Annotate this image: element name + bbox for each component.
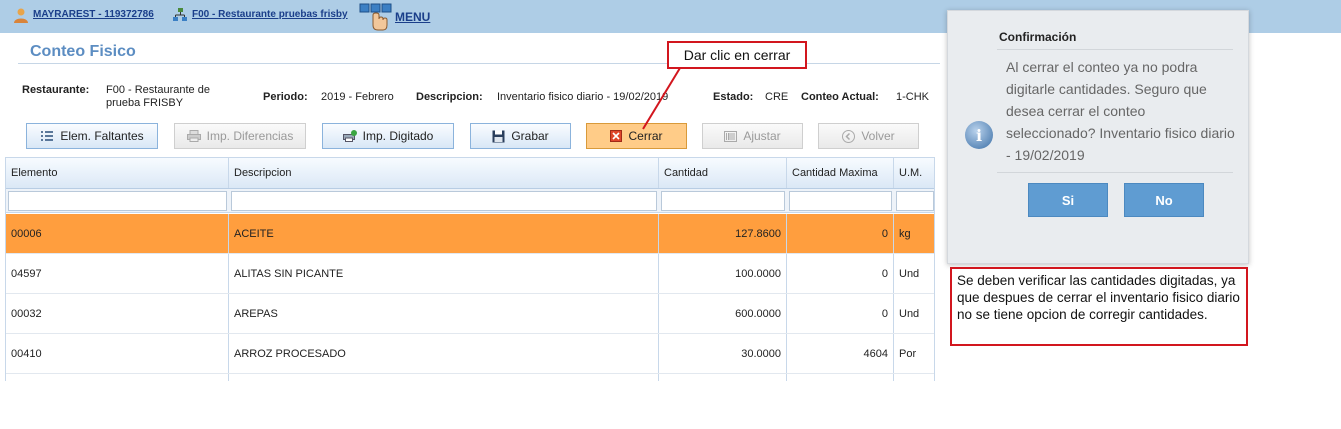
confirmation-dialog: Confirmación i Al cerrar el conteo ya no… bbox=[947, 10, 1249, 264]
restaurante-value-line1: F00 - Restaurante de bbox=[106, 84, 210, 96]
callout-arrow bbox=[642, 67, 681, 130]
print-icon bbox=[186, 130, 201, 142]
menu-hand-icon[interactable] bbox=[359, 3, 393, 31]
callout-cerrar: Dar clic en cerrar bbox=[667, 41, 807, 69]
cell-elemento bbox=[6, 374, 229, 381]
filter-um-input[interactable] bbox=[896, 191, 934, 211]
info-icon: i bbox=[965, 121, 993, 149]
cell-elemento: 00006 bbox=[6, 214, 229, 253]
cell-cantidad-maxima: 0 bbox=[787, 214, 894, 253]
dialog-footer-divider bbox=[997, 172, 1233, 173]
network-icon bbox=[173, 8, 187, 21]
cell-cantidad-maxima: 0 bbox=[787, 254, 894, 293]
cell-um: Por bbox=[899, 347, 917, 360]
cell-cantidad: 30.0000 bbox=[659, 334, 787, 373]
cell-elemento: 00410 bbox=[6, 334, 229, 373]
table-row[interactable]: 00032 AREPAS 600.0000 0 Und bbox=[6, 294, 934, 334]
dialog-title: Confirmación bbox=[999, 30, 1077, 44]
print-check-icon bbox=[342, 130, 357, 142]
imp-digitado-label: Imp. Digitado bbox=[362, 129, 434, 143]
column-header-um[interactable]: U.M. bbox=[894, 158, 934, 188]
user-link[interactable]: MAYRAREST - 119372786 bbox=[33, 9, 154, 20]
cell-elemento: 04597 bbox=[6, 254, 229, 293]
volver-button[interactable]: Volver bbox=[818, 123, 919, 149]
column-header-descripcion[interactable]: Descripcion bbox=[229, 158, 659, 188]
imp-digitado-button[interactable]: Imp. Digitado bbox=[322, 123, 454, 149]
no-button[interactable]: No bbox=[1124, 183, 1204, 217]
volver-label: Volver bbox=[861, 129, 895, 143]
yes-button[interactable]: Si bbox=[1028, 183, 1108, 217]
ajustar-button[interactable]: Ajustar bbox=[702, 123, 803, 149]
list-icon bbox=[41, 131, 54, 141]
cell-cantidad-maxima bbox=[787, 374, 894, 381]
restaurante-label: Restaurante: bbox=[22, 84, 90, 96]
cell-descripcion: ACEITE bbox=[229, 214, 659, 253]
warning-note: Se deben verificar las cantidades digita… bbox=[950, 267, 1248, 346]
restaurante-value-line2: prueba FRISBY bbox=[106, 97, 184, 109]
page-title: Conteo Fisico bbox=[30, 43, 136, 60]
cell-descripcion: ALITAS SIN PICANTE bbox=[229, 254, 659, 293]
table-row[interactable]: 04597 ALITAS SIN PICANTE 100.0000 0 Und bbox=[6, 254, 934, 294]
cell-cantidad bbox=[659, 374, 787, 381]
column-header-cantidad-maxima[interactable]: Cantidad Maxima bbox=[787, 158, 894, 188]
cell-um: kg bbox=[899, 227, 911, 240]
grabar-label: Grabar bbox=[511, 129, 549, 143]
filter-cantidad-maxima-input[interactable] bbox=[789, 191, 892, 211]
filter-elemento-input[interactable] bbox=[8, 191, 227, 211]
user-icon bbox=[14, 8, 28, 23]
barcode-icon bbox=[724, 130, 738, 142]
grabar-button[interactable]: Grabar bbox=[470, 123, 571, 149]
cell-cantidad: 127.8600 bbox=[659, 214, 787, 253]
cell-um: Und bbox=[899, 307, 920, 320]
restaurant-link[interactable]: F00 - Restaurante pruebas frisby bbox=[192, 9, 348, 20]
cell-descripcion: AREPAS bbox=[229, 294, 659, 333]
table-row[interactable]: 00006 ACEITE 127.8600 0 kg bbox=[6, 214, 934, 254]
conteo-value: 1-CHK bbox=[896, 91, 930, 103]
column-header-elemento[interactable]: Elemento bbox=[6, 158, 229, 188]
table-row[interactable]: 00410 ARROZ PROCESADO 30.0000 4604 Por bbox=[6, 334, 934, 374]
cell-cantidad-maxima: 0 bbox=[787, 294, 894, 333]
ajustar-label: Ajustar bbox=[743, 129, 781, 143]
dialog-message: Al cerrar el conteo ya no podra digitarl… bbox=[1006, 59, 1235, 163]
save-icon bbox=[492, 130, 505, 142]
menu-link[interactable]: MENU bbox=[395, 10, 430, 24]
imp-diferencias-button[interactable]: Imp. Diferencias bbox=[174, 123, 306, 149]
conteo-label: Conteo Actual: bbox=[801, 91, 879, 103]
column-header-cantidad[interactable]: Cantidad bbox=[659, 158, 787, 188]
cell-cantidad-maxima: 4604 bbox=[787, 334, 894, 373]
cell-descripcion: ARROZ PROCESADO bbox=[229, 334, 659, 373]
estado-value: CRE bbox=[765, 91, 789, 103]
filter-descripcion-input[interactable] bbox=[231, 191, 657, 211]
cell-cantidad: 600.0000 bbox=[659, 294, 787, 333]
cell-um: Und bbox=[899, 267, 920, 280]
periodo-value: 2019 - Febrero bbox=[321, 91, 394, 103]
back-icon bbox=[842, 129, 856, 143]
grid-header: Elemento Descripcion Cantidad Cantidad M… bbox=[6, 157, 934, 189]
elem-faltantes-button[interactable]: Elem. Faltantes bbox=[26, 123, 158, 149]
descripcion-label: Descripcion: bbox=[416, 91, 483, 103]
cell-cantidad: 100.0000 bbox=[659, 254, 787, 293]
estado-label: Estado: bbox=[713, 91, 754, 103]
elem-faltantes-label: Elem. Faltantes bbox=[60, 129, 144, 143]
filter-cantidad-input[interactable] bbox=[661, 191, 785, 211]
imp-diferencias-label: Imp. Diferencias bbox=[206, 129, 294, 143]
cell-descripcion bbox=[229, 374, 659, 381]
inventory-grid: Elemento Descripcion Cantidad Cantidad M… bbox=[5, 157, 935, 381]
table-row[interactable] bbox=[6, 374, 934, 381]
filter-row bbox=[6, 189, 934, 213]
dialog-title-divider bbox=[997, 49, 1233, 50]
cell-elemento: 00032 bbox=[6, 294, 229, 333]
periodo-label: Periodo: bbox=[263, 91, 308, 103]
